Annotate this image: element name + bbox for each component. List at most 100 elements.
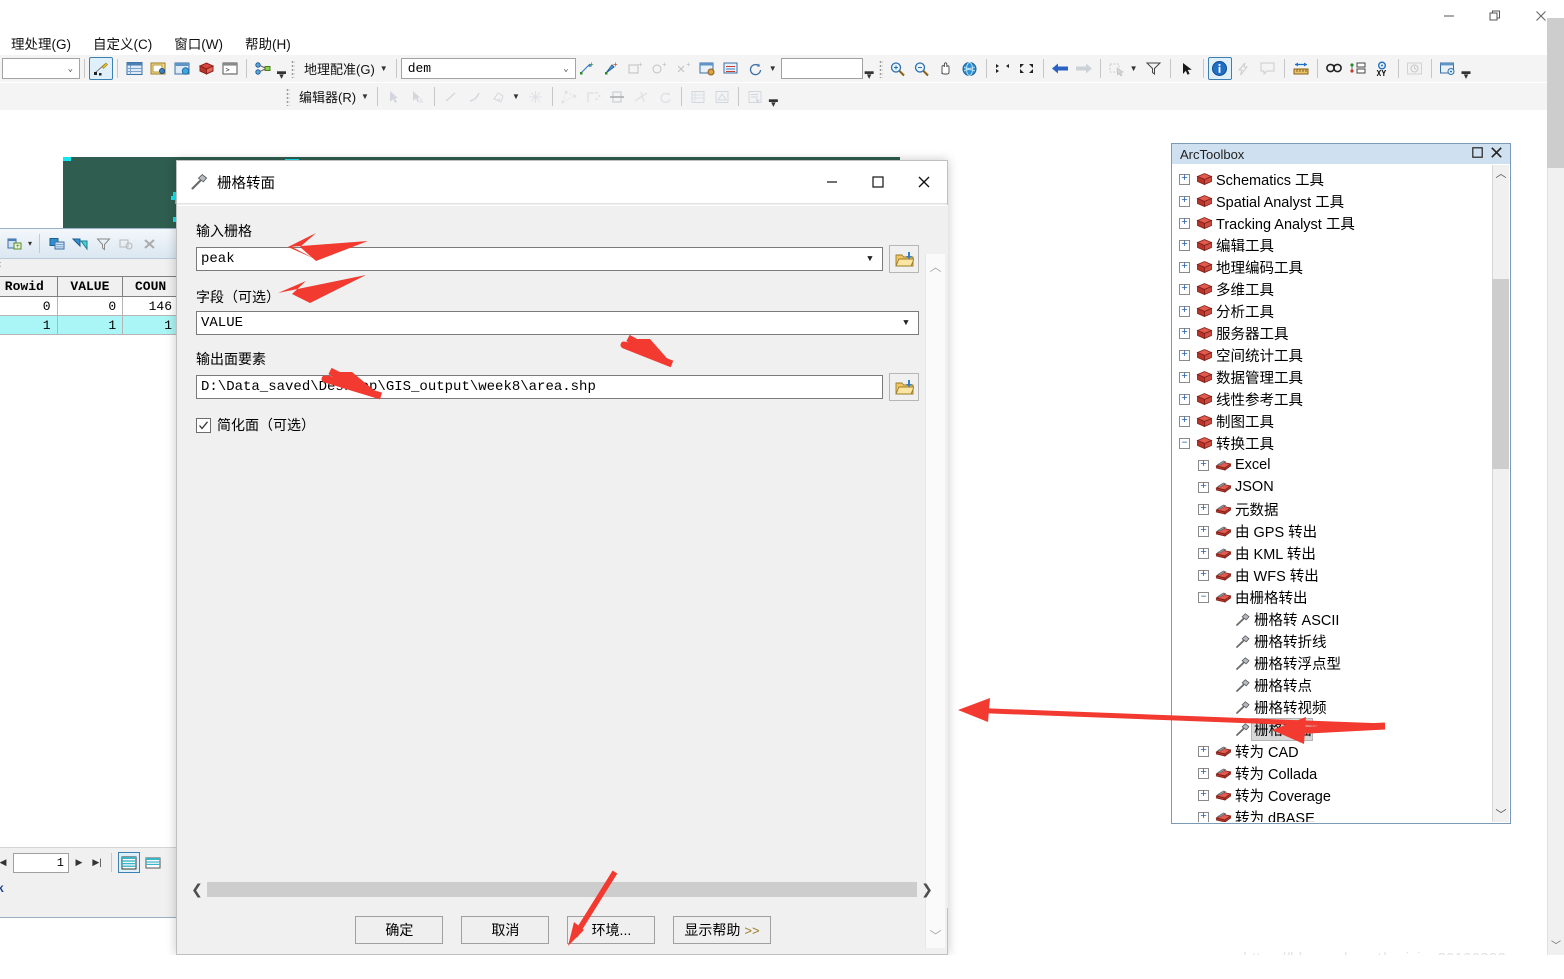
table-row[interactable]: 1 1 1 [0,315,179,335]
tree-node-9[interactable]: + 数据管理工具 [1173,366,1493,388]
point-tool-icon[interactable] [524,85,548,108]
expand-icon[interactable]: + [1179,217,1190,229]
hscroll-left-arrow-icon[interactable]: ❮ [187,881,207,898]
output-polygon-features-browse-button[interactable] [889,373,919,401]
tree-node-16[interactable]: + 由 GPS 转出 [1173,520,1493,542]
tree-node-8[interactable]: + 空间统计工具 [1173,344,1493,366]
table-tab-label[interactable]: k [0,877,179,895]
tree-node-7[interactable]: + 服务器工具 [1173,322,1493,344]
form-view-icon[interactable] [142,852,164,873]
find-route-icon[interactable] [1346,57,1370,80]
edit-vertices-icon[interactable] [557,85,581,108]
go-to-xy-icon[interactable]: XY [1370,57,1394,80]
measure-icon[interactable] [1289,57,1313,80]
create-features-window-icon[interactable] [743,85,767,108]
editor-overflow-button[interactable]: ▬ ▾ [767,85,780,109]
georeferencing-overflow-button[interactable]: ▬ ▾ [863,57,876,81]
delete-link-icon[interactable]: + [672,57,696,80]
expand-icon[interactable]: + [1179,261,1190,273]
column-header-count[interactable]: COUN [122,276,179,297]
expand-icon[interactable]: + [1198,459,1209,471]
expand-icon[interactable]: + [1179,305,1190,317]
ok-button[interactable]: 确定 [355,916,444,944]
tree-node-21[interactable]: 栅格转折线 [1173,630,1493,652]
edit-annotation-tool-icon[interactable]: A [406,85,430,108]
hscroll-track[interactable] [207,881,917,897]
rotation-angle-input[interactable] [780,58,863,79]
expand-icon[interactable]: + [1179,327,1190,339]
input-raster-browse-button[interactable] [889,245,919,273]
arctoolbox-tree[interactable]: + Schematics 工具 + Spatial Analyst 工具 + Tracki… [1173,165,1493,822]
expand-icon[interactable]: + [1198,503,1209,515]
related-tables-icon[interactable] [47,234,67,254]
split-tool-icon[interactable] [629,85,653,108]
expand-icon[interactable]: + [1198,569,1209,581]
select-by-attributes-icon[interactable] [70,234,90,254]
rotate-tool-icon[interactable] [653,85,677,108]
expand-icon[interactable]: + [1179,349,1190,361]
edit-tool-icon[interactable] [382,85,406,108]
column-header-rowid[interactable]: Rowid [0,276,58,297]
zoom-out-icon[interactable] [910,57,934,80]
auto-register-icon[interactable]: + [600,57,624,80]
tree-node-20[interactable]: 栅格转 ASCII [1173,608,1493,630]
toolbox-icon[interactable] [194,57,218,80]
tools-overflow-button[interactable]: ▬ ▾ [1460,57,1473,81]
window-restore-button[interactable] [1472,0,1518,31]
next-record-button[interactable]: ▶ [71,853,87,873]
standard-scale-combo[interactable]: ⌄ [2,58,80,79]
tree-node-26[interactable]: + 转为 CAD [1173,740,1493,762]
output-polygon-features-input[interactable]: D:\Data_saved\Desktop\GIS_output\week8\a… [196,375,883,399]
expand-icon[interactable]: + [1179,371,1190,383]
simplify-polygons-checkbox[interactable] [196,417,211,433]
tree-node-28[interactable]: + 转为 Coverage [1173,784,1493,806]
table-view-icon[interactable] [118,852,140,873]
environments-button[interactable]: 环境... [567,916,656,944]
dialog-horizontal-scrollbar[interactable]: ❮ ❯ [187,878,937,900]
select-features-caret[interactable]: ▼ [1130,64,1138,73]
update-georeferencing-icon[interactable] [696,57,720,80]
menu-help[interactable]: 帮助(H) [234,31,302,55]
tree-node-1[interactable]: + Spatial Analyst 工具 [1173,190,1493,212]
tree-node-12[interactable]: – 转换工具 [1173,432,1493,454]
arctoolbox-scroll-thumb[interactable] [1492,279,1509,469]
scroll-up-arrow-icon[interactable]: ︿ [1496,165,1507,181]
arctoolbox-scrollbar[interactable]: ︿ ﹀ [1492,165,1509,822]
chevron-down-icon[interactable]: ▼ [898,318,914,328]
table-options-icon[interactable]: + [5,234,25,254]
tree-node-17[interactable]: + 由 KML 转出 [1173,542,1493,564]
dialog-scroll-up-icon[interactable]: ︿ [929,254,941,279]
field-optional-combo[interactable]: VALUE ▼ [196,311,919,335]
tree-node-2[interactable]: + Tracking Analyst 工具 [1173,212,1493,234]
add-control-point-icon[interactable]: + [576,57,600,80]
map-vertical-scrollbar[interactable]: ︿ ﹀ [1547,112,1564,955]
dialog-vertical-scrollbar[interactable]: ︿ ﹀ [925,254,945,948]
map-scroll-thumb[interactable] [1547,18,1564,168]
menu-window[interactable]: 窗口(W) [163,31,234,55]
link-table-icon[interactable]: + [624,57,648,80]
tree-node-24[interactable]: 栅格转视频 [1173,696,1493,718]
dialog-minimize-button[interactable] [809,161,855,204]
dialog-maximize-button[interactable] [855,161,901,204]
identify-icon[interactable] [1207,57,1232,80]
expand-icon[interactable]: + [1179,195,1190,207]
hscroll-right-arrow-icon[interactable]: ❯ [917,881,937,898]
expand-icon[interactable]: + [1179,239,1190,251]
python-window-icon[interactable]: >_ [218,57,242,80]
tree-node-18[interactable]: + 由 WFS 转出 [1173,564,1493,586]
trace-caret[interactable]: ▼ [512,92,520,101]
select-features-icon[interactable] [1105,57,1129,80]
straight-segment-icon[interactable] [439,85,463,108]
cancel-button[interactable]: 取消 [461,916,550,944]
dialog-close-button[interactable] [901,161,947,204]
expand-icon[interactable]: + [1179,393,1190,405]
expand-icon[interactable]: + [1198,811,1209,822]
table-icon[interactable] [122,57,146,80]
window-minimize-button[interactable] [1426,0,1472,31]
table-row[interactable]: 0 0 146 [0,296,179,316]
record-number-input[interactable]: 1 [13,852,69,873]
catalog-icon[interactable] [146,57,170,80]
map-scroll-down-icon[interactable]: ﹀ [1551,934,1561,955]
tree-node-4[interactable]: + 地理编码工具 [1173,256,1493,278]
column-header-value[interactable]: VALUE [56,276,124,297]
